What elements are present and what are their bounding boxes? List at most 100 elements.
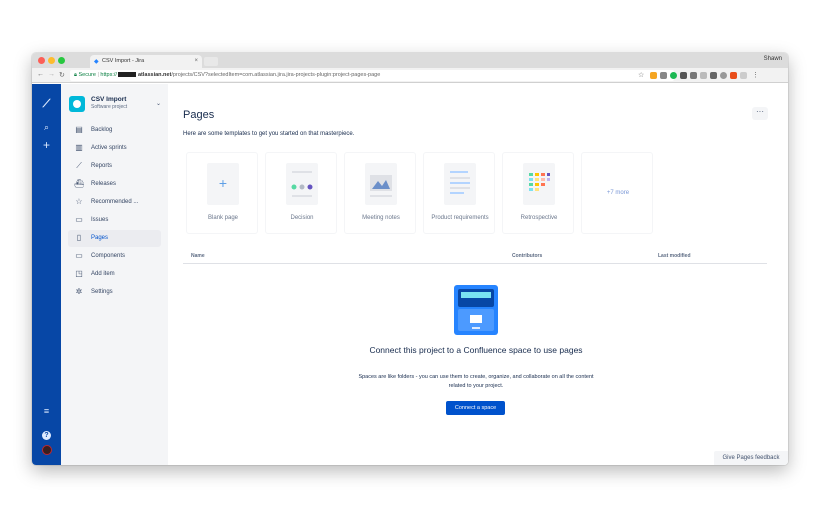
profile-name[interactable]: Shawn — [764, 56, 782, 62]
sidebar-item-add-item[interactable]: ◳ Add item — [68, 266, 161, 283]
create-plus-icon[interactable]: + — [32, 138, 61, 152]
chevron-down-icon[interactable]: ⌄ — [156, 100, 161, 107]
new-tab-button[interactable] — [204, 57, 218, 66]
template-label: Product requirements — [431, 215, 489, 221]
template-card-decision[interactable]: Decision — [265, 152, 337, 234]
empty-state-title: Connect this project to a Confluence spa… — [369, 345, 583, 355]
template-card-product-requirements[interactable]: Product requirements — [423, 152, 495, 234]
template-card-more[interactable]: +7 more — [581, 152, 653, 234]
sidebar-item-label: Issues — [91, 217, 109, 223]
backlog-icon: ▤ — [75, 125, 83, 134]
search-icon[interactable]: ⌕ — [32, 122, 61, 133]
jira-logo-icon[interactable]: ⟋ — [32, 98, 61, 111]
ship-icon: ⛴ — [74, 179, 85, 188]
tab-close-icon[interactable]: × — [194, 58, 198, 64]
jira-favicon-icon: ◆ — [94, 59, 99, 65]
sidebar-item-issues[interactable]: ▭ Issues — [68, 212, 161, 229]
tab-strip: ◆ CSV Import - Jira × Shawn — [32, 53, 788, 68]
sidebar-item-label: Recommended ... — [91, 199, 139, 205]
extension-icon[interactable] — [710, 72, 717, 79]
global-nav: ⟋ ⌕ + ≡ ? — [32, 84, 61, 465]
meeting-notes-thumbnail — [365, 163, 397, 205]
project-type: Software project — [91, 104, 128, 110]
more-options-button[interactable]: ··· — [752, 107, 768, 120]
extension-icon[interactable] — [660, 72, 667, 79]
browser-tab[interactable]: ◆ CSV Import - Jira × — [90, 55, 202, 68]
url-path: /projects/CSV?selectedItem=com.atlassian… — [171, 72, 381, 78]
empty-state-description: Spaces are like folders - you can use th… — [358, 374, 594, 389]
reload-icon[interactable]: ↻ — [59, 71, 65, 79]
extension-icon[interactable] — [650, 72, 657, 79]
browser-toolbar: ← → ↻ 🔒︎ Secure | https:// atlassian.net… — [32, 68, 788, 83]
browser-window: ◆ CSV Import - Jira × Shawn ← → ↻ 🔒︎ Sec… — [32, 53, 788, 465]
board-icon: ▥ — [75, 143, 83, 152]
extension-icon[interactable] — [720, 72, 727, 79]
back-arrow-icon[interactable]: ← — [37, 71, 44, 78]
project-sidebar: CSV Import Software project ⌄ ▤ Backlog … — [61, 84, 168, 465]
address-bar[interactable]: 🔒︎ Secure | https:// atlassian.net/proje… — [70, 70, 674, 81]
extension-icon[interactable] — [730, 72, 737, 79]
sidebar-item-label: Pages — [91, 235, 109, 241]
gear-icon: ✲ — [75, 287, 83, 296]
sidebar-item-label: Active sprints — [91, 145, 127, 151]
column-header-contributors[interactable]: Contributors — [512, 253, 542, 259]
sidebar-item-components[interactable]: ▭ Components — [68, 248, 161, 265]
sidebar-item-label: Releases — [91, 181, 117, 187]
jira-app: ⟋ ⌕ + ≡ ? CSV Import Software project ⌄ — [32, 84, 788, 465]
template-card-blank-page[interactable]: + Blank page — [186, 152, 258, 234]
close-window-button[interactable] — [38, 57, 45, 64]
bookmark-star-icon[interactable]: ☆ — [638, 71, 644, 79]
sidebar-item-backlog[interactable]: ▤ Backlog — [68, 122, 161, 139]
help-icon[interactable]: ? — [32, 424, 61, 442]
template-label: Decision — [290, 215, 314, 221]
component-icon: ▭ — [75, 251, 83, 260]
menu-icon[interactable]: ≡ — [32, 406, 61, 416]
connect-space-button[interactable]: Connect a space — [446, 401, 505, 415]
sidebar-item-reports[interactable]: ⟋ Reports — [68, 158, 161, 175]
sidebar-item-label: Add item — [91, 271, 115, 277]
sidebar-item-recommended[interactable]: ☆ Recommended ... — [68, 194, 161, 211]
template-label: Blank page — [207, 215, 239, 221]
lock-icon: 🔒︎ — [74, 72, 77, 78]
stage: ◆ CSV Import - Jira × Shawn ← → ↻ 🔒︎ Sec… — [0, 0, 820, 510]
page-title: Pages — [183, 109, 215, 121]
forward-arrow-icon[interactable]: → — [48, 71, 55, 78]
url-host: atlassian.net — [137, 72, 172, 78]
template-label: Retrospective — [520, 215, 558, 221]
retrospective-thumbnail — [523, 163, 555, 205]
sidebar-item-releases[interactable]: ⛴ Releases — [68, 176, 161, 193]
sidebar-item-settings[interactable]: ✲ Settings — [68, 284, 161, 301]
secure-label: Secure — [78, 72, 96, 78]
extension-icon[interactable] — [680, 72, 687, 79]
issues-icon: ▭ — [75, 215, 83, 224]
browser-menu-icon[interactable]: ⋮ — [752, 71, 759, 79]
add-item-icon: ◳ — [75, 269, 83, 278]
extension-icon[interactable] — [690, 72, 697, 79]
project-header[interactable]: CSV Import Software project ⌄ — [69, 94, 161, 114]
tab-title: CSV Import - Jira — [102, 58, 145, 64]
extension-icon[interactable] — [740, 72, 747, 79]
template-card-meeting-notes[interactable]: Meeting notes — [344, 152, 416, 234]
pages-table-header: Name Contributors Last modified — [183, 250, 767, 264]
extension-icon[interactable] — [700, 72, 707, 79]
sidebar-item-active-sprints[interactable]: ▥ Active sprints — [68, 140, 161, 157]
blank-page-thumbnail: + — [207, 163, 239, 205]
column-header-last-modified[interactable]: Last modified — [658, 253, 691, 259]
product-requirements-thumbnail — [444, 163, 476, 205]
project-avatar — [69, 96, 85, 112]
avatar[interactable] — [32, 442, 61, 460]
sidebar-item-pages[interactable]: ▯ Pages — [68, 230, 161, 247]
extension-icon[interactable] — [670, 72, 677, 79]
more-templates-link[interactable]: +7 more — [582, 190, 654, 196]
intro-text: Here are some templates to get you start… — [183, 131, 355, 137]
give-feedback-button[interactable]: Give Pages feedback — [714, 451, 788, 465]
url-protocol: https:// — [100, 72, 117, 78]
project-name: CSV Import — [91, 96, 127, 103]
maximize-window-button[interactable] — [58, 57, 65, 64]
page-icon: ▯ — [76, 233, 82, 242]
template-card-retrospective[interactable]: Retrospective — [502, 152, 574, 234]
file-cabinet-illustration — [454, 285, 498, 335]
minimize-window-button[interactable] — [48, 57, 55, 64]
sidebar-item-label: Settings — [91, 289, 113, 295]
column-header-name[interactable]: Name — [191, 253, 205, 259]
